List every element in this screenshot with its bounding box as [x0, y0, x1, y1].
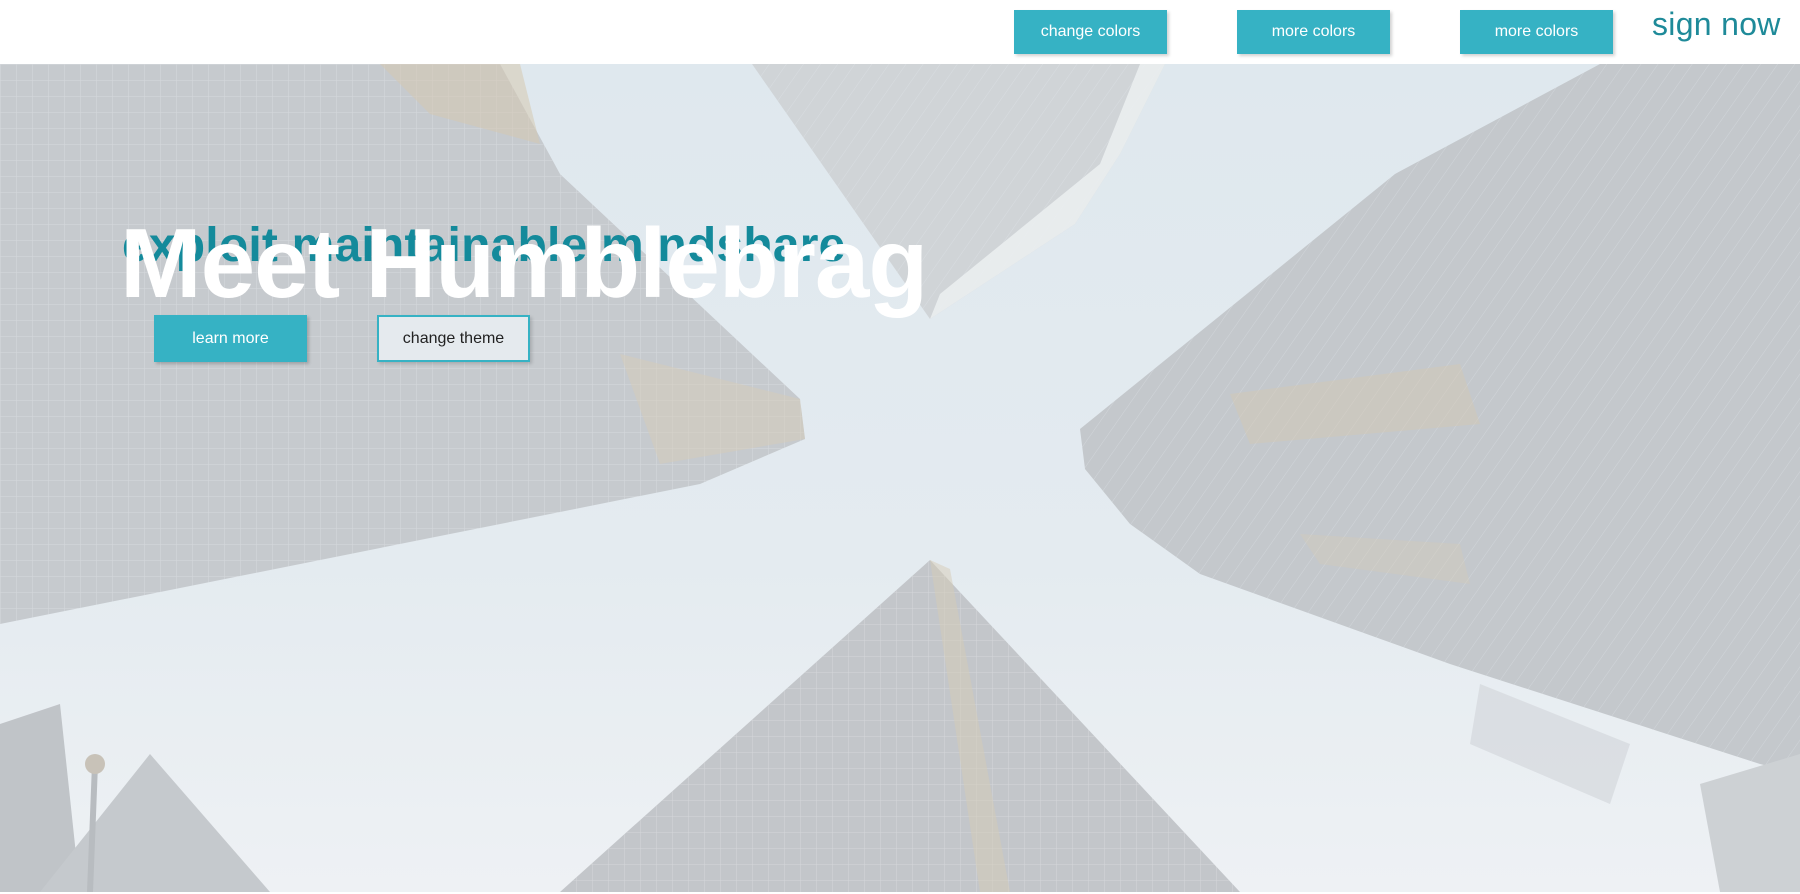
more-colors-button[interactable]: more colors [1237, 10, 1390, 54]
learn-more-button[interactable]: learn more [154, 315, 307, 362]
more-colors-button-2[interactable]: more colors [1460, 10, 1613, 54]
hero-section: exploit maintainable mindshare [0, 64, 1800, 892]
sign-now-link[interactable]: sign now [1652, 6, 1781, 43]
change-theme-button[interactable]: change theme [377, 315, 530, 362]
hero-background-image [0, 64, 1800, 892]
top-nav-bar: change colors more colors more colors si… [0, 0, 1800, 64]
change-colors-button[interactable]: change colors [1014, 10, 1167, 54]
hero-headline: Meet Humblebrag [120, 208, 928, 318]
